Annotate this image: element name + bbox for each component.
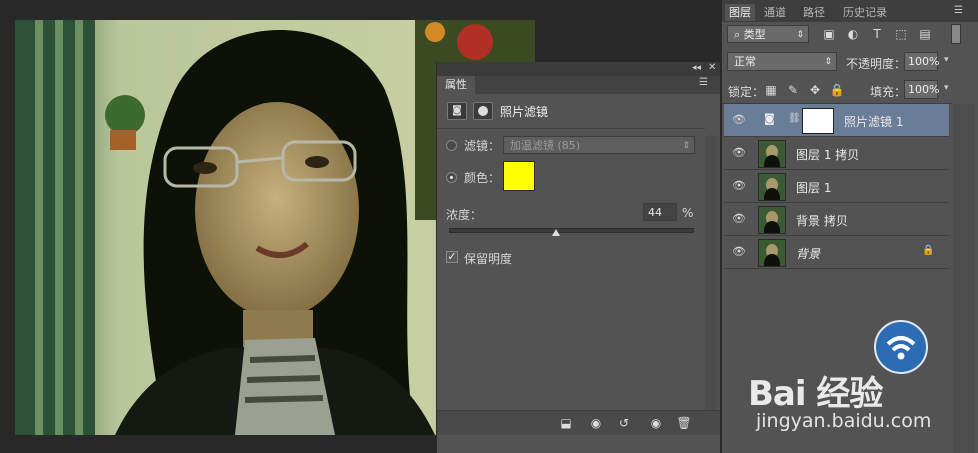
layer-thumbnail [758,206,786,234]
layer-row-layer1[interactable]: 👁 图层 1 [724,170,949,203]
density-slider-thumb[interactable] [551,229,560,236]
tab-paths[interactable]: 路径 [799,4,829,21]
preserve-luminosity-checkbox[interactable]: ✓ [446,251,458,263]
layer-name[interactable]: 图层 1 拷贝 [796,146,859,163]
layer-kind-filter[interactable]: ⌕ 类型 ⇕ [727,25,809,43]
color-label: 颜色： [464,171,501,185]
visibility-eye-icon[interactable]: 👁 [732,213,746,225]
tab-properties[interactable]: 属性 [437,76,475,94]
layer-row-layer1-copy[interactable]: 👁 图层 1 拷贝 [724,137,949,170]
view-previous-state-icon[interactable]: ◉ [587,415,605,431]
panel-titlebar: ◂◂ ✕ [437,62,720,76]
layer-thumbnail [758,239,786,267]
layer-name[interactable]: 背景 拷贝 [796,212,848,229]
properties-footer-toolbar: ⬓ ◉ ↺ ◉ 🗑 [437,410,720,435]
layer-thumbnail [758,173,786,201]
clip-to-layer-icon[interactable]: ⬓ [557,415,575,431]
lock-transparency-icon[interactable]: ▦ [762,82,780,98]
divider [437,128,705,129]
close-icon[interactable]: ✕ [708,62,716,73]
filter-label: 滤镜： [464,139,501,153]
pixel-filter-icon[interactable]: ▣ [820,26,838,42]
photo-filter-adjustment-icon: ◙ [447,102,467,120]
layer-mask-thumbnail[interactable] [802,108,834,134]
visibility-eye-icon[interactable]: 👁 [732,114,746,126]
adjustment-name: 照片滤镜 [500,105,549,119]
tab-history[interactable]: 历史记录 [839,4,891,21]
reset-icon[interactable]: ↺ [615,415,633,431]
mask-circle-icon [478,106,488,116]
chevron-updown-icon: ⇕ [796,30,804,40]
layer-thumbnail [758,140,786,168]
visibility-eye-icon[interactable]: 👁 [732,180,746,192]
type-filter-icon[interactable]: T [868,26,886,42]
layer-name[interactable]: 图层 1 [796,179,831,196]
kind-filter-value: 类型 [743,28,766,41]
filter-toggle-icon[interactable] [951,24,961,44]
preserve-luminosity-label: 保留明度 [464,252,513,266]
trash-icon[interactable]: 🗑 [675,415,693,431]
blend-mode-value: 正常 [734,55,756,68]
watermark-url: jingyan.baidu.com [756,410,932,432]
lock-all-icon[interactable]: 🔒 [828,82,846,98]
layer-row-photo-filter[interactable]: 👁 ◙ ⛓ 照片滤镜 1 [724,104,949,137]
density-label: 浓度： [446,208,483,222]
layers-scrollbar[interactable] [953,104,975,453]
blend-mode-select[interactable]: 正常 ⇕ [727,52,837,71]
chevron-down-icon[interactable]: ▾ [944,83,949,93]
smart-object-filter-icon[interactable]: ▤ [916,26,934,42]
fill-input[interactable]: 100% [904,80,939,99]
adjustment-filter-icon[interactable]: ◐ [844,26,862,42]
chain-link-icon[interactable]: ⛓ [788,113,801,124]
visibility-eye-icon[interactable]: 👁 [732,147,746,159]
properties-panel: ◂◂ ✕ ☰ 属性 ◙ 照片滤镜 滤镜： 加温滤镜 (85) ⇕ 颜色： 浓度：… [436,62,720,453]
filter-select[interactable]: 加温滤镜 (85) ⇕ [503,136,695,154]
panel-menu-icon[interactable]: ☰ [699,77,708,88]
color-swatch[interactable] [503,161,535,191]
chevron-down-icon[interactable]: ▾ [944,55,949,65]
layer-row-background-copy[interactable]: 👁 背景 拷贝 [724,203,949,236]
filter-radio[interactable] [446,140,457,151]
tab-channels[interactable]: 通道 [760,4,790,21]
opacity-input[interactable]: 100% [904,52,939,71]
photo-filter-adjustment-icon: ◙ [764,112,775,125]
tab-layers[interactable]: 图层 [725,4,755,21]
layer-name[interactable]: 背景 [796,245,820,262]
mask-icon[interactable] [473,102,493,120]
density-slider-track[interactable] [449,228,694,233]
panel-menu-icon[interactable]: ☰ [954,5,963,16]
lock-image-brush-icon[interactable]: ✎ [784,82,802,98]
chevron-updown-icon: ⇕ [682,141,690,151]
fill-label: 填充： [870,85,907,99]
shape-filter-icon[interactable]: ⬚ [892,26,910,42]
layers-panel: 图层 通道 路径 历史记录 ☰ ⌕ 类型 ⇕ ▣ ◐ T ⬚ ▤ 正常 ⇕ 不透… [721,0,978,453]
filter-value: 加温滤镜 (85) [510,139,581,152]
visibility-eye-icon[interactable]: ◉ [647,415,665,431]
opacity-label: 不透明度： [846,57,907,71]
chevron-updown-icon: ⇕ [824,57,832,67]
lock-icon: 🔒 [922,245,935,256]
lock-label: 锁定： [728,85,765,99]
density-unit: % [682,206,694,220]
panel-tabbar: ☰ [437,76,720,94]
layer-name[interactable]: 照片滤镜 1 [844,113,903,130]
visibility-eye-icon[interactable]: 👁 [732,246,746,258]
color-radio[interactable] [446,172,457,183]
density-input[interactable]: 44 [643,203,677,221]
watermark-brand: Bai 经验 [748,374,883,414]
search-icon: ⌕ [734,28,741,41]
lock-position-move-icon[interactable]: ✥ [806,82,824,98]
collapse-arrows-icon[interactable]: ◂◂ [692,63,701,73]
layer-row-background[interactable]: 👁 背景 🔒 [724,236,949,269]
panel-scrollbar[interactable] [705,136,717,410]
